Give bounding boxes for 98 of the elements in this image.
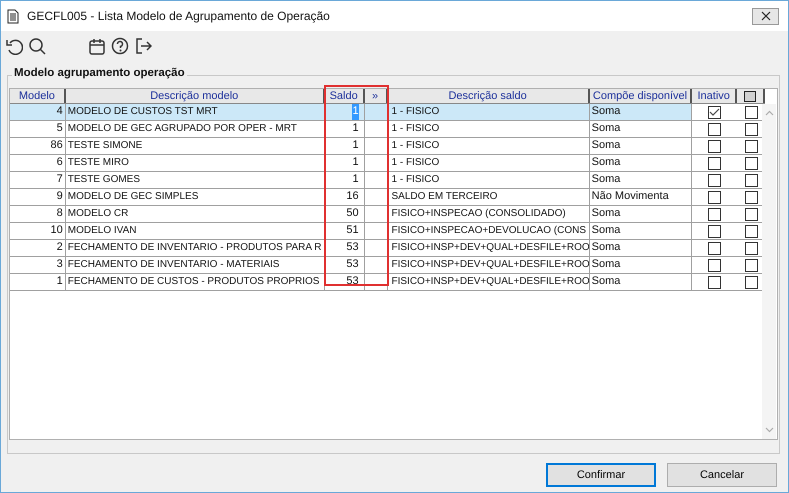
table-cell-text: 1 <box>352 155 359 170</box>
table-cell-text: 1 - FISICO <box>392 173 440 187</box>
table-cell-text: 53 <box>346 240 359 255</box>
table-cell-text: Soma <box>592 274 620 289</box>
checkbox[interactable] <box>744 242 758 254</box>
table-cell-text: 7 <box>56 172 63 187</box>
table-cell-text: Soma <box>592 104 620 119</box>
blank-cell <box>364 104 388 120</box>
table-cell-text: 1 - FISICO <box>392 105 440 119</box>
table-row[interactable]: 8 MODELO CR 50 FISICO+INSPECAO (CONSOLIDADO) Soma <box>10 206 765 223</box>
table-cell-text: TESTE MIRO <box>68 156 129 170</box>
close-icon <box>760 11 770 21</box>
table-cell-text: 53 <box>346 274 359 289</box>
table-row[interactable]: 6 TESTE MIRO 1 1 - FISICO Soma <box>10 155 765 172</box>
exit-icon[interactable] <box>134 37 152 55</box>
checkbox[interactable] <box>744 140 758 152</box>
table-cell-text: 1 <box>352 138 359 153</box>
help-icon[interactable] <box>111 37 129 55</box>
table-cell-text: Soma <box>592 172 620 187</box>
table-row[interactable]: 4 MODELO DE CUSTOS TST MRT 1 1 - FISICO Soma <box>10 104 765 121</box>
table-cell-text: TESTE GOMES <box>68 173 140 187</box>
table-cell-text: MODELO IVAN <box>68 224 136 238</box>
cancel-button[interactable]: Cancelar <box>667 463 777 487</box>
table-cell-text: Soma <box>592 121 620 136</box>
table-cell-text: 4 <box>56 104 63 119</box>
calendar-icon[interactable] <box>88 37 106 55</box>
table-cell-text: 86 <box>50 138 63 153</box>
checkbox[interactable] <box>744 258 758 272</box>
table-row[interactable]: 9 MODELO DE GEC SIMPLES 16 SALDO EM TERCEIRO Não Movimenta <box>10 189 765 206</box>
table-cell-text: 8 <box>56 206 63 221</box>
checkbox[interactable] <box>708 156 722 170</box>
table-row[interactable]: 7 TESTE GOMES 1 1 - FISICO Soma <box>10 172 765 189</box>
table-cell-text: 1 <box>352 121 359 136</box>
table-cell-text: Soma <box>592 240 620 255</box>
group-title: Modelo agrupamento operação <box>12 67 187 79</box>
table-cell-text: Soma <box>592 206 620 221</box>
table-cell-text: 2 <box>56 240 63 255</box>
undo-icon[interactable] <box>5 37 23 55</box>
table-cell-text: 1 <box>56 274 63 289</box>
table-cell-text: 1 - FISICO <box>392 156 440 170</box>
close-button[interactable] <box>752 8 779 24</box>
checkbox[interactable] <box>708 140 722 152</box>
table-cell-text: FISICO+INSPECAO+DEVOLUCAO (CONS <box>392 224 586 238</box>
table-cell-text: MODELO DE GEC SIMPLES <box>68 190 198 204</box>
window-title: GECFL005 - Lista Modelo de Agrupamento de Operação <box>27 9 330 23</box>
confirm-button[interactable]: Confirmar <box>546 463 656 487</box>
table-cell-text: 53 <box>346 257 359 272</box>
checkbox[interactable] <box>708 208 722 220</box>
checkbox[interactable] <box>744 224 758 238</box>
table-cell-text: Soma <box>592 138 620 153</box>
table-cell: 1 <box>352 104 359 120</box>
checkbox[interactable] <box>708 242 722 254</box>
table-cell-text: MODELO CR <box>68 207 128 221</box>
table-cell-text: 6 <box>56 155 63 170</box>
document-icon <box>7 8 19 24</box>
checkbox[interactable] <box>708 224 722 238</box>
table-cell-text: Soma <box>592 155 620 170</box>
table-cell-text: FECHAMENTO DE CUSTOS - PRODUTOS PROPRIOS <box>68 275 320 289</box>
table-cell-text: Soma <box>592 223 620 238</box>
search-icon[interactable] <box>28 37 46 55</box>
checkbox[interactable] <box>708 122 722 136</box>
column-header[interactable]: Inativo <box>692 89 738 103</box>
table-row[interactable]: 5 MODELO DE GEC AGRUPADO POR OPER - MRT 1 1 - FISICO Soma <box>10 121 765 138</box>
table-cell-text: 1 - FISICO <box>392 139 440 153</box>
checkbox[interactable] <box>744 156 758 170</box>
checkbox[interactable] <box>708 190 722 204</box>
table-cell-text: 1 <box>352 172 359 187</box>
table-cell-text: 5 <box>56 121 63 136</box>
table-row[interactable]: 10 MODELO IVAN 51 FISICO+INSPECAO+DEVOLUCAO (CONS Soma <box>10 223 765 240</box>
table-cell-text: 16 <box>346 189 359 204</box>
table-cell-text: FECHAMENTO DE INVENTARIO - MATERIAIS <box>68 258 280 272</box>
checkbox[interactable] <box>744 276 758 288</box>
table-cell-text: 1 - FISICO <box>392 122 440 136</box>
checkbox[interactable] <box>744 122 758 136</box>
table-cell-text: SALDO EM TERCEIRO <box>392 190 498 204</box>
checkbox[interactable] <box>744 106 758 118</box>
table-cell-text: FISICO+INSPECAO (CONSOLIDADO) <box>392 207 566 221</box>
table-cell-text: FECHAMENTO DE INVENTARIO - PRODUTOS PARA R <box>68 241 322 255</box>
checkbox[interactable] <box>708 276 722 288</box>
table-row[interactable]: 86 TESTE SIMONE 1 1 - FISICO Soma <box>10 138 765 155</box>
checkbox[interactable] <box>708 258 722 272</box>
table-cell-text: Não Movimenta <box>592 189 669 204</box>
table-cell-text: 3 <box>56 257 63 272</box>
checkbox[interactable] <box>744 208 758 220</box>
table-cell-text: 50 <box>346 206 359 221</box>
checkbox[interactable] <box>708 106 722 118</box>
table-cell-text: MODELO DE CUSTOS TST MRT <box>68 105 218 119</box>
table-cell-text: 10 <box>50 223 63 238</box>
checkbox[interactable] <box>744 174 758 186</box>
table-cell-text: 51 <box>346 223 359 238</box>
check-icon <box>709 108 720 116</box>
table-cell-text: TESTE SIMONE <box>68 139 142 153</box>
table-cell-text: MODELO DE GEC AGRUPADO POR OPER - MRT <box>68 122 297 136</box>
table-cell-text: Soma <box>592 257 620 272</box>
checkbox-icon <box>744 90 756 102</box>
checkbox[interactable] <box>708 174 722 186</box>
checkbox[interactable] <box>744 190 758 204</box>
table-cell-text: 9 <box>56 189 63 204</box>
